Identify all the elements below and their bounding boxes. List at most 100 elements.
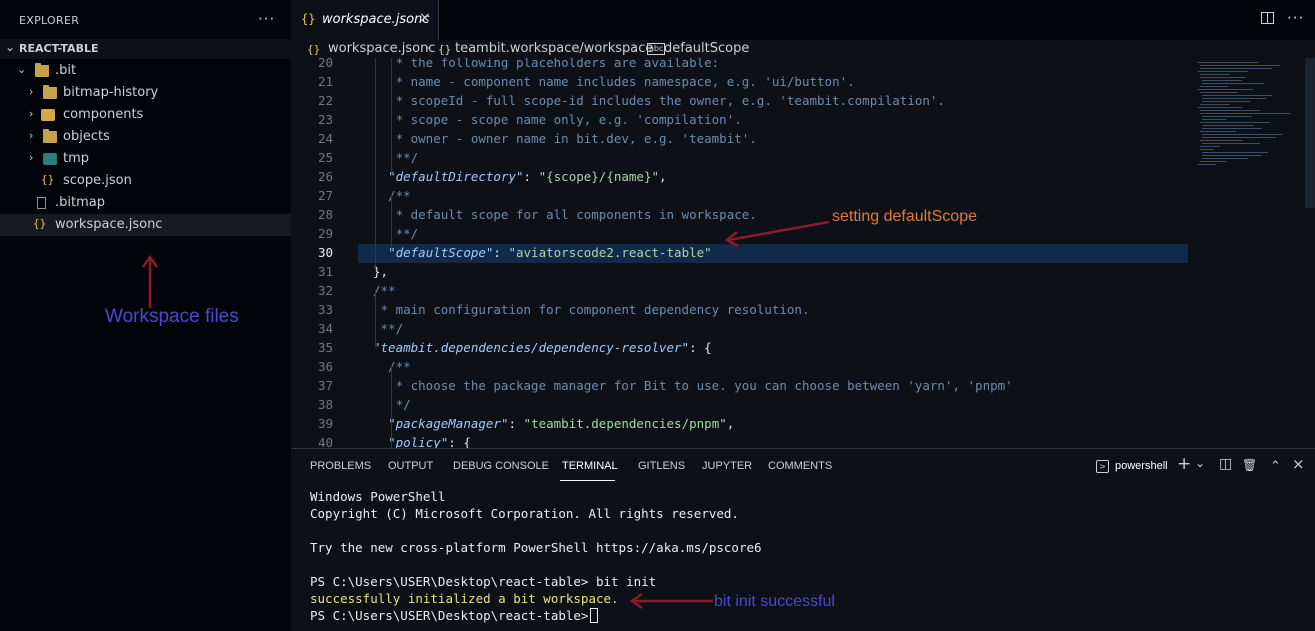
line-number: 26 [317,169,333,184]
code-token: "aviatorscode2.react-table" [508,245,712,260]
tab-output[interactable]: OUTPUT [388,460,433,472]
breadcrumb-file[interactable]: workspace.jsonc [328,41,435,56]
line-number: 39 [317,416,333,431]
line-number: 40 [317,435,333,448]
more-actions-button[interactable]: ··· [258,10,275,28]
split-editor-icon[interactable] [1261,12,1274,24]
trash-icon[interactable]: 🗑 [1242,458,1257,472]
new-terminal-button[interactable]: + [1177,454,1191,474]
chevron-down-icon: ⌄ [17,63,27,76]
code-token: , [726,416,735,431]
string-property-icon: abc [647,43,666,55]
terminal-success-line: successfully initialized a bit workspace… [310,591,619,606]
tab-debug-console[interactable]: DEBUG CONSOLE [453,460,549,472]
line-number: 37 [317,378,333,393]
code-token: "teambit.dependencies/pnpm" [523,416,727,431]
code-line: 37 * choose the package manager for Bit … [291,377,1315,396]
maximize-panel-icon[interactable]: ⌃ [1270,459,1281,474]
left-arrow-annotation [724,220,830,248]
tree-item-components[interactable]: › components [0,104,291,126]
workspace-files-annotation: Workspace files [105,306,239,327]
terminal-line: PS C:\Users\USER\Desktop\react-table> bi… [310,574,657,589]
terminal-line: Try the new cross-platform PowerShell ht… [310,540,762,555]
code-text: **/ [373,150,419,165]
code-line: 32 /** [291,282,1315,301]
tree-item-bitmap[interactable]: .bitmap [0,192,291,214]
tree-item-bitmap-history[interactable]: › bitmap-history [0,82,291,104]
code-text: * main configuration for component depen… [373,302,810,317]
code-text: **/ [373,321,404,336]
close-icon[interactable]: × [419,10,431,26]
explorer-title: EXPLORER [19,14,80,27]
tab-jupyter[interactable]: JUPYTER [702,460,752,472]
chevron-down-icon[interactable]: ⌄ [1195,456,1205,470]
split-terminal-icon[interactable]: ◫ [1219,456,1232,472]
terminal-shell-selector[interactable]: powershell [1115,460,1168,472]
code-text: * choose the package manager for Bit to … [373,378,1013,393]
active-tab-indicator [560,480,615,481]
line-number: 23 [317,112,333,127]
code-line: 33 * main configuration for component de… [291,301,1315,320]
code-line: 26 "defaultDirectory": "{scope}/{name}", [291,168,1315,187]
code-token: * the following placeholders are availab… [373,58,720,70]
editor-tab-bar: {} workspace.jsonc × ··· [291,0,1315,40]
line-number: 28 [317,207,333,222]
line-number: 34 [317,321,333,336]
tab-workspace-jsonc[interactable]: {} workspace.jsonc × [291,0,439,40]
minimap[interactable] [1196,58,1306,448]
code-line: 23 * scope - scope name only, e.g. 'comp… [291,111,1315,130]
code-line: 39 "packageManager": "teambit.dependenci… [291,415,1315,434]
tree-item-label: objects [63,129,110,144]
breadcrumb-object[interactable]: teambit.workspace/workspace [455,41,653,56]
code-text: * scopeId - full scope-id includes the o… [373,93,945,108]
terminal-prompt-line: PS C:\Users\USER\Desktop\react-table> [310,608,599,625]
line-number: 32 [317,283,333,298]
tab-label: workspace.jsonc [322,12,430,27]
more-actions-button[interactable]: ··· [1287,9,1304,27]
indent-guide [375,290,376,347]
code-line: 25 **/ [291,149,1315,168]
tab-comments[interactable]: COMMENTS [768,460,832,472]
tree-item-workspace-jsonc[interactable]: {} workspace.jsonc [0,214,291,236]
code-token: "teambit.dependencies/dependency-resolve… [373,340,690,355]
tree-item-label: components [63,107,144,122]
code-editor[interactable]: 20 * the following placeholders are avai… [291,58,1315,448]
code-token: * scope - scope name only, e.g. 'compila… [373,112,742,127]
line-number: 33 [317,302,333,317]
breadcrumb-property[interactable]: defaultScope [664,41,749,56]
code-text: "teambit.dependencies/dependency-resolve… [373,340,712,355]
workspace-section-header[interactable]: ⌄ REACT-TABLE [0,39,291,59]
bottom-panel: PROBLEMS OUTPUT DEBUG CONSOLE TERMINAL G… [291,448,1315,631]
code-line: 38 */ [291,396,1315,415]
tree-item-scope-json[interactable]: {} scope.json [0,170,291,192]
tab-gitlens[interactable]: GITLENS [638,460,685,472]
tab-problems[interactable]: PROBLEMS [310,460,371,472]
json-file-icon: {} [301,12,316,26]
code-text: "defaultDirectory": "{scope}/{name}", [373,169,666,184]
tree-item-bit-folder[interactable]: ⌄ .bit [0,60,291,82]
explorer-header: EXPLORER ··· [0,0,291,40]
code-line: 21 * name - component name includes name… [291,73,1315,92]
code-text: **/ [373,226,419,241]
code-token: "defaultScope" [388,245,494,260]
code-line: 40 "policy": { [291,434,1315,448]
code-token: "policy" [388,435,449,448]
chevron-right-icon: › [633,41,639,56]
close-panel-icon[interactable]: × [1292,455,1305,473]
code-token: "{scope}/{name}" [538,169,660,184]
code-token: * main configuration for component depen… [373,302,810,317]
tree-item-tmp[interactable]: › tmp [0,148,291,170]
tab-terminal[interactable]: TERMINAL [562,460,618,472]
line-number: 30 [317,245,333,260]
code-text: * scope - scope name only, e.g. 'compila… [373,112,742,127]
tree-item-objects[interactable]: › objects [0,126,291,148]
code-line: 24 * owner - owner name in bit.dev, e.g.… [291,130,1315,149]
terminal-line: Windows PowerShell [310,489,446,504]
vertical-scrollbar[interactable] [1305,58,1315,208]
folder-icon [43,85,57,99]
terminal-icon: > [1096,460,1109,473]
line-number: 38 [317,397,333,412]
code-token: : { [448,435,471,448]
